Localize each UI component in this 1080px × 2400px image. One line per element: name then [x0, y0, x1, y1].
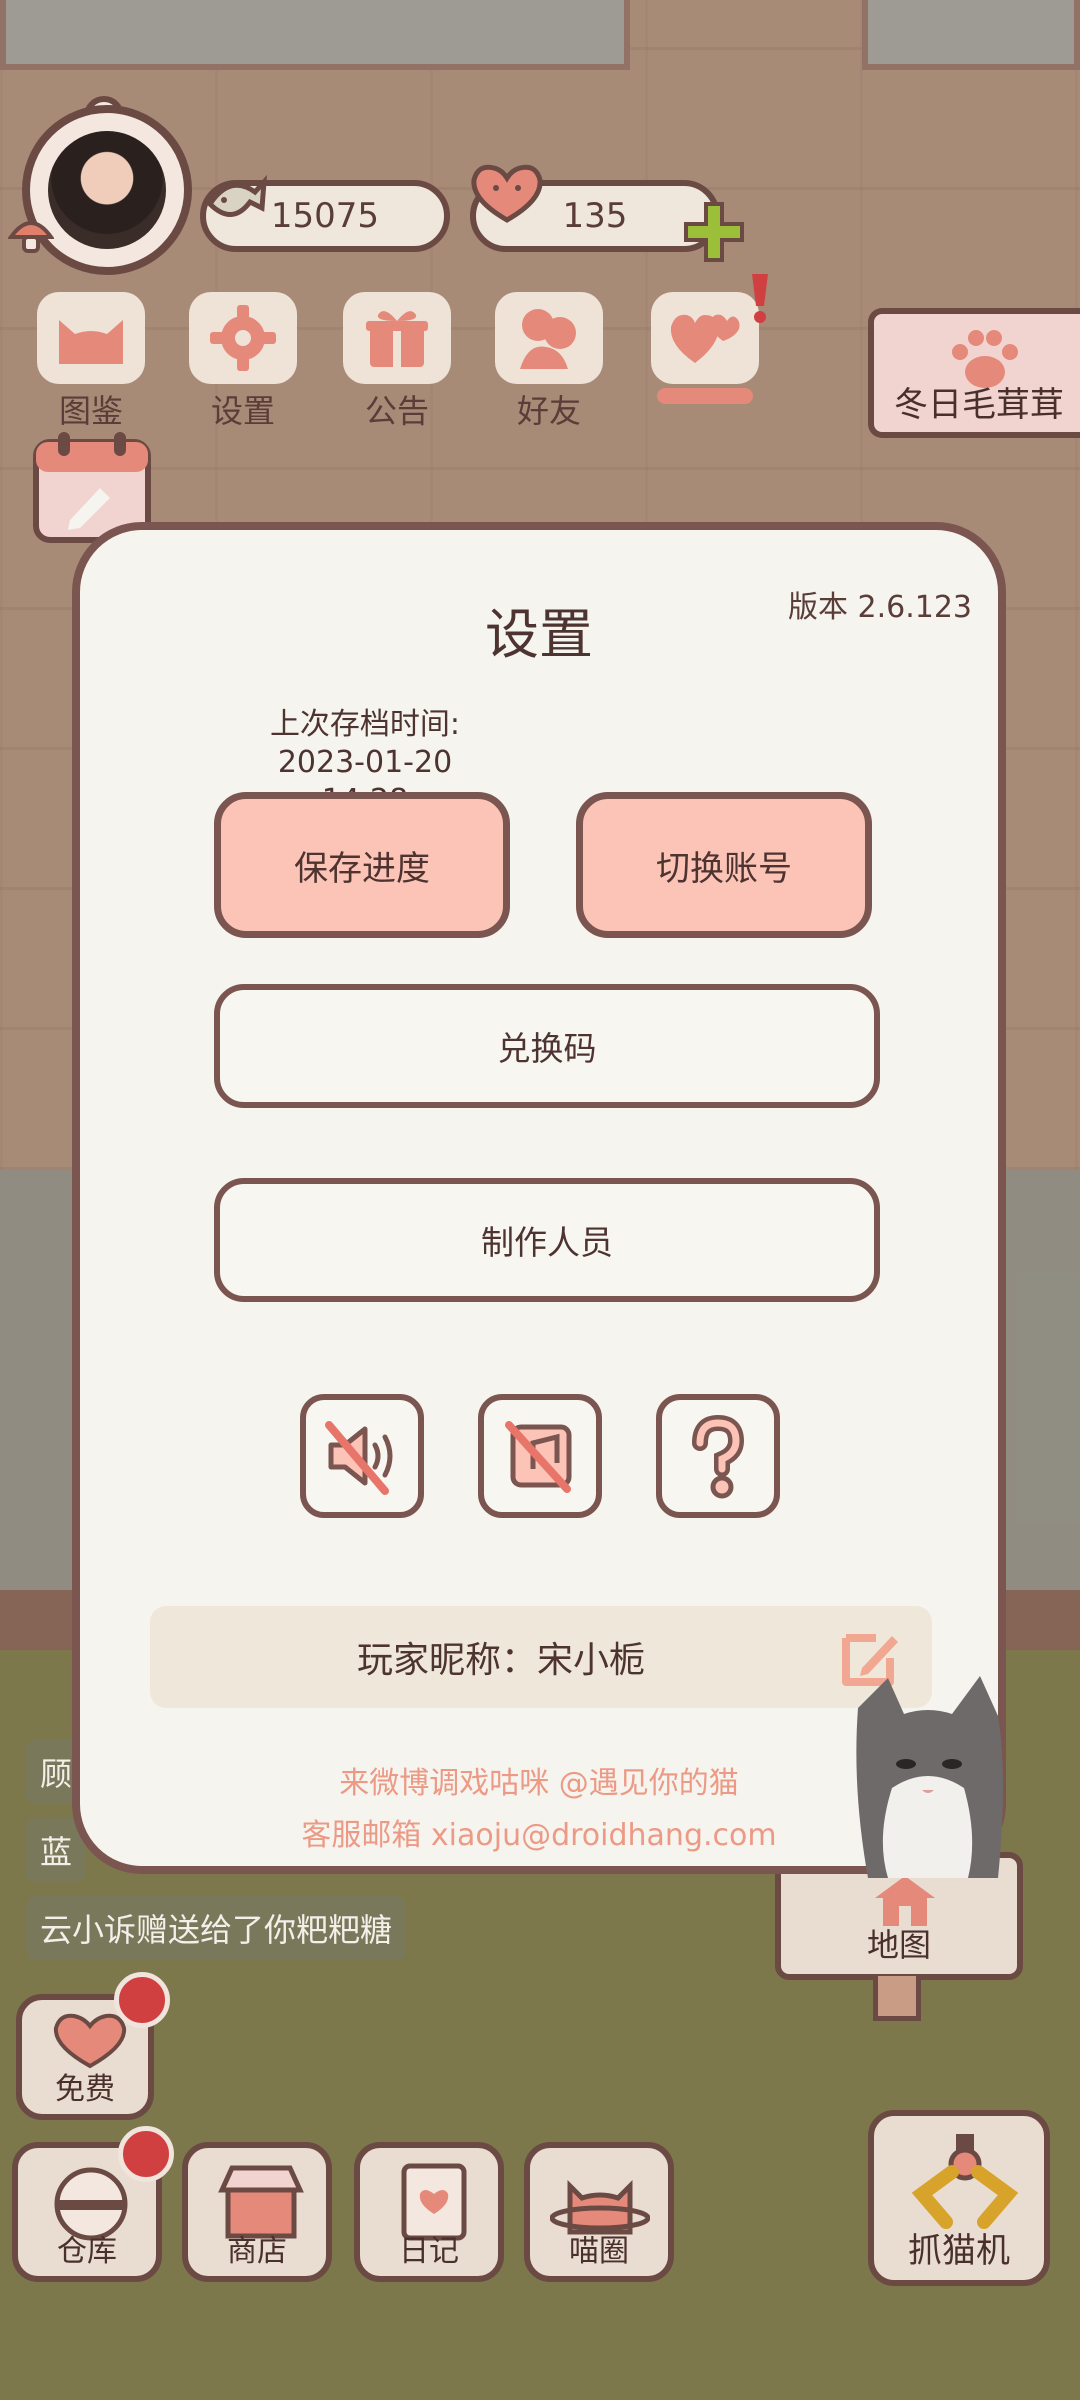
redeem-code-label: 兑换码 [497, 1029, 597, 1068]
hearts-progress-bar [657, 388, 753, 404]
menu-announcement[interactable]: 公告 [332, 292, 462, 432]
menu-settings-label: 设置 [210, 392, 275, 430]
cat-photo [856, 1676, 1003, 1878]
save-progress-label: 保存进度 [294, 848, 430, 889]
claw-machine-label: 抓猫机 [908, 2231, 1010, 2271]
gift-icon [366, 311, 428, 367]
sound-toggle[interactable] [300, 1394, 424, 1518]
mushroom-icon [8, 221, 54, 253]
menu-announcement-label: 公告 [364, 392, 429, 430]
map-sign-post [873, 1976, 921, 2021]
redeem-code-button[interactable]: 兑换码 [214, 984, 880, 1108]
avatar-photo [48, 131, 166, 249]
switch-account-label: 切换账号 [656, 848, 792, 889]
menu-friends-label: 好友 [516, 392, 581, 430]
event-banner-label: 冬日毛茸茸 [894, 385, 1064, 425]
heart-count: 135 [562, 196, 628, 236]
event-banner[interactable]: 冬日毛茸茸 [868, 308, 1080, 438]
gear-icon [210, 305, 276, 371]
heart-candy-icon [471, 164, 543, 223]
notification-dot [114, 1972, 170, 2028]
map-label: 地图 [866, 1926, 931, 1964]
music-toggle[interactable] [478, 1394, 602, 1518]
heart-face-icon [53, 2013, 127, 2069]
fish-count: 15075 [270, 196, 380, 236]
diary-label: 日记 [399, 2234, 459, 2269]
nickname-text: 玩家昵称：宋小栀 [356, 1640, 645, 1681]
menu-settings[interactable]: 设置 [178, 292, 308, 432]
exclamation-alert-icon [752, 274, 768, 323]
switch-account-button[interactable]: 切换账号 [576, 792, 872, 938]
shop-label: 商店 [227, 2234, 287, 2269]
cat-head-icon [59, 320, 123, 364]
music-muted-icon [505, 1421, 572, 1493]
credits-button[interactable]: 制作人员 [214, 1178, 880, 1302]
friends-icon [520, 309, 576, 369]
claw-machine-button[interactable]: 抓猫机 [868, 2110, 1050, 2286]
save-progress-button[interactable]: 保存进度 [214, 792, 510, 938]
warehouse-label: 仓库 [57, 2234, 117, 2269]
chat-message[interactable]: 云小诉赠送给了你粑粑糖 [26, 1896, 407, 1960]
credits-label: 制作人员 [481, 1223, 613, 1262]
claw-icon [912, 2134, 1018, 2229]
menu-friends[interactable]: 好友 [484, 292, 614, 432]
meow-circle-label: 喵圈 [569, 2234, 629, 2269]
hearts-icon [670, 314, 740, 363]
shop-button[interactable]: 商店 [182, 2142, 332, 2282]
menu-collection[interactable]: 图鉴 [26, 292, 156, 432]
notification-dot [118, 2126, 174, 2182]
help-button[interactable] [656, 1394, 780, 1518]
sound-muted-icon [325, 1421, 393, 1495]
free-label: 免费 [55, 2072, 115, 2107]
meow-circle-button[interactable]: 喵圈 [524, 2142, 674, 2282]
menu-collection-label: 图鉴 [58, 392, 123, 430]
version-label: 版本 2.6.123 [787, 590, 972, 625]
add-hearts-plus-icon[interactable] [680, 198, 748, 266]
diary-button[interactable]: 日记 [354, 2142, 504, 2282]
last-save-label: 上次存档时间: [269, 707, 461, 742]
question-mark-icon [692, 1414, 745, 1499]
fish-icon [206, 174, 268, 217]
nickname-bar: 玩家昵称：宋小栀 [150, 1606, 932, 1708]
